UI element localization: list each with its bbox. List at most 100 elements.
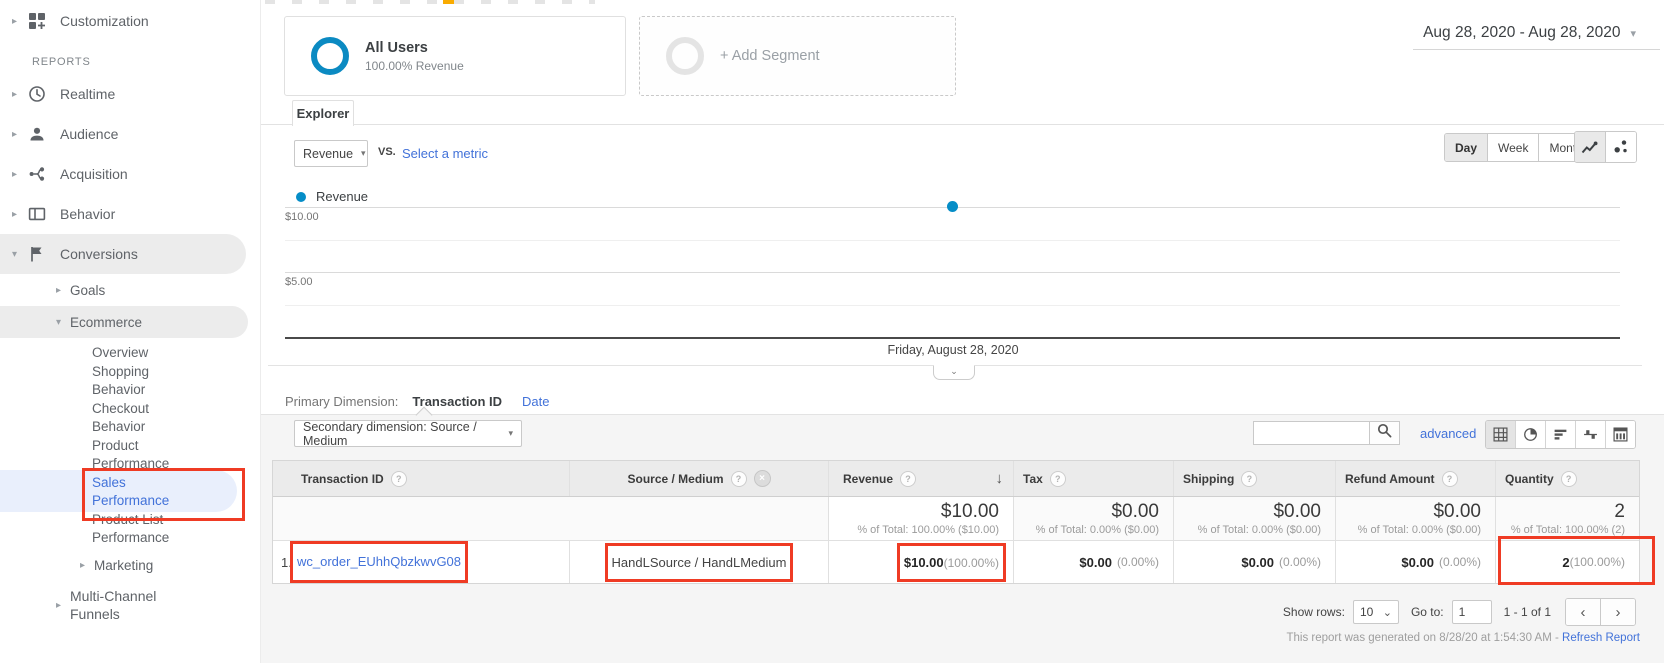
help-icon[interactable]: ? bbox=[731, 471, 747, 487]
cell-refund-amount: $0.00(0.00%) bbox=[1336, 541, 1496, 583]
column-header-quantity[interactable]: Quantity ? bbox=[1496, 461, 1639, 496]
summary-refund-amount: $0.00 % of Total: 0.00% ($0.00) bbox=[1336, 497, 1496, 540]
collapse-chart-handle[interactable]: ⌄ bbox=[933, 365, 975, 380]
sidebar-item-goals[interactable]: ▸ Goals bbox=[0, 274, 260, 306]
sidebar-item-conversions[interactable]: ▾ Conversions bbox=[0, 234, 246, 274]
sidebar-item-overview[interactable]: Overview bbox=[92, 344, 188, 362]
secondary-dimension-dropdown[interactable]: Secondary dimension: Source / Medium ▾ bbox=[294, 420, 522, 447]
granularity-toggle: Day Week Month bbox=[1444, 133, 1594, 162]
next-page-button[interactable]: › bbox=[1601, 599, 1635, 625]
help-icon[interactable]: ? bbox=[900, 471, 916, 487]
date-range-selector[interactable]: Aug 28, 2020 - Aug 28, 2020 ▾ bbox=[1413, 24, 1660, 50]
percentage-view-icon[interactable] bbox=[1516, 421, 1546, 448]
sidebar-item-product-performance[interactable]: Product Performance bbox=[92, 437, 188, 473]
help-icon[interactable]: ? bbox=[1241, 471, 1257, 487]
sidebar-item-shopping-behavior[interactable]: Shopping Behavior bbox=[92, 363, 188, 399]
primary-dimension-date[interactable]: Date bbox=[522, 394, 549, 409]
reports-section-header: REPORTS bbox=[0, 56, 260, 70]
granularity-week-button[interactable]: Week bbox=[1488, 134, 1539, 161]
sidebar-item-checkout-behavior[interactable]: Checkout Behavior bbox=[92, 400, 188, 436]
gridline-minor bbox=[285, 240, 1620, 241]
cell-quantity: 2(100.00%) bbox=[1496, 541, 1639, 583]
customization-icon bbox=[28, 12, 46, 30]
column-header-revenue[interactable]: Revenue ? ↓ bbox=[829, 461, 1014, 496]
search-button[interactable] bbox=[1369, 421, 1400, 445]
tab-explorer[interactable]: Explorer bbox=[292, 100, 354, 126]
sidebar-item-marketing[interactable]: ▸ Marketing bbox=[0, 548, 260, 582]
page-nav-buttons: ‹ › bbox=[1565, 598, 1636, 626]
select-a-metric-link[interactable]: Select a metric bbox=[402, 146, 488, 161]
chevron-down-icon: ⌄ bbox=[1383, 606, 1392, 619]
performance-view-icon[interactable] bbox=[1546, 421, 1576, 448]
sort-descending-icon[interactable]: ↓ bbox=[996, 470, 1004, 487]
row-range: 1 - 1 of 1 bbox=[1504, 605, 1551, 619]
remove-secondary-dimension-icon[interactable]: × bbox=[754, 470, 771, 487]
help-icon[interactable]: ? bbox=[391, 471, 407, 487]
caret-down-icon: ▾ bbox=[508, 428, 513, 439]
help-icon[interactable]: ? bbox=[1442, 471, 1458, 487]
metric-dropdown[interactable]: Revenue ▾ bbox=[294, 140, 368, 167]
sidebar-item-sales-performance[interactable]: Sales Performance bbox=[92, 474, 188, 510]
line-chart-button[interactable] bbox=[1575, 132, 1606, 162]
cell-tax: $0.00(0.00%) bbox=[1014, 541, 1174, 583]
cell-shipping: $0.00(0.00%) bbox=[1174, 541, 1336, 583]
advanced-search-link[interactable]: advanced bbox=[1420, 426, 1476, 441]
summary-tax: $0.00 % of Total: 0.00% ($0.00) bbox=[1014, 497, 1174, 540]
add-segment-button[interactable]: + Add Segment bbox=[639, 16, 956, 96]
column-header-source-medium[interactable]: Source / Medium ? × bbox=[570, 461, 829, 496]
row-index: 1. bbox=[281, 555, 297, 570]
motion-chart-button[interactable] bbox=[1606, 132, 1636, 162]
caret-down-icon: ▾ bbox=[12, 249, 26, 260]
primary-dimension-label: Primary Dimension: bbox=[285, 394, 398, 409]
date-range-value: Aug 28, 2020 - Aug 28, 2020 bbox=[1423, 24, 1620, 42]
column-header-shipping[interactable]: Shipping ? bbox=[1174, 461, 1336, 496]
column-header-transaction-id[interactable]: Transaction ID ? bbox=[273, 461, 570, 496]
caret-right-icon: ▸ bbox=[12, 209, 26, 220]
report-table: Transaction ID ? Source / Medium ? × Rev… bbox=[272, 460, 1640, 584]
column-header-tax[interactable]: Tax ? bbox=[1014, 461, 1174, 496]
help-icon[interactable]: ? bbox=[1050, 471, 1066, 487]
chart-legend: Revenue bbox=[296, 189, 368, 204]
y-tick-5: $5.00 bbox=[285, 276, 313, 288]
summary-empty-cell bbox=[273, 497, 829, 540]
segment-circle-icon bbox=[311, 37, 349, 75]
comparison-view-icon[interactable] bbox=[1576, 421, 1606, 448]
caret-right-icon: ▸ bbox=[12, 169, 26, 180]
cell-source-medium: HandLSource / HandLMedium bbox=[570, 541, 829, 583]
caret-right-icon: ▸ bbox=[80, 560, 94, 571]
help-icon[interactable]: ? bbox=[1561, 471, 1577, 487]
column-header-refund-amount[interactable]: Refund Amount ? bbox=[1336, 461, 1496, 496]
sidebar-item-label: Customization bbox=[60, 13, 149, 29]
refresh-report-link[interactable]: Refresh Report bbox=[1562, 632, 1640, 644]
search-input[interactable] bbox=[1253, 421, 1369, 445]
show-rows-value: 10 bbox=[1360, 605, 1373, 619]
clipped-top-toolbar-accent bbox=[443, 0, 454, 4]
transaction-id-link[interactable]: wc_order_EUhhQbzkwvG08 bbox=[297, 554, 461, 569]
sidebar-item-label: Acquisition bbox=[60, 166, 128, 182]
granularity-day-button[interactable]: Day bbox=[1445, 134, 1488, 161]
clipped-top-toolbar bbox=[265, 0, 595, 4]
caret-right-icon: ▸ bbox=[56, 285, 70, 296]
sidebar-item-realtime[interactable]: ▸ Realtime bbox=[0, 74, 260, 114]
show-rows-select[interactable]: 10 ⌄ bbox=[1353, 600, 1399, 624]
goto-page-input[interactable] bbox=[1452, 600, 1492, 624]
gridline-5 bbox=[285, 272, 1620, 273]
sidebar-item-customization[interactable]: ▸ Customization bbox=[0, 4, 260, 38]
table-view-icon[interactable] bbox=[1486, 421, 1516, 448]
sidebar-item-behavior[interactable]: ▸ Behavior bbox=[0, 194, 260, 234]
sidebar-item-product-list-performance[interactable]: Product List Performance bbox=[92, 511, 188, 547]
primary-dimension-transaction-id[interactable]: Transaction ID bbox=[412, 394, 502, 409]
caret-down-icon: ▾ bbox=[1630, 27, 1636, 40]
ecommerce-subnav: Overview Shopping Behavior Checkout Beha… bbox=[0, 344, 260, 547]
sidebar-item-multi-channel-funnels[interactable]: ▸ Multi-Channel Funnels bbox=[0, 585, 260, 625]
caret-down-icon: ▾ bbox=[56, 317, 70, 328]
sidebar-item-acquisition[interactable]: ▸ Acquisition bbox=[0, 154, 260, 194]
table-view-toggle bbox=[1485, 420, 1636, 449]
previous-page-button[interactable]: ‹ bbox=[1566, 599, 1601, 625]
secondary-dimension-value: Secondary dimension: Source / Medium bbox=[303, 420, 500, 448]
sidebar-item-ecommerce[interactable]: ▾ Ecommerce bbox=[0, 306, 248, 338]
summary-quantity: 2 % of Total: 100.00% (2) bbox=[1496, 497, 1639, 540]
segment-all-users[interactable]: All Users 100.00% Revenue bbox=[284, 16, 626, 96]
pivot-view-icon[interactable] bbox=[1606, 421, 1635, 448]
sidebar-item-audience[interactable]: ▸ Audience bbox=[0, 114, 260, 154]
